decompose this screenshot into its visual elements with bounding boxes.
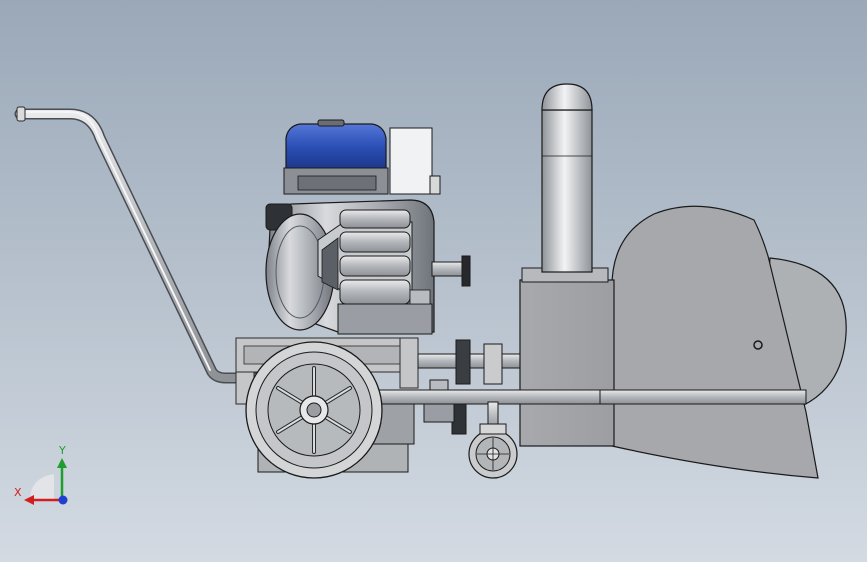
x-axis-label: X <box>14 486 22 499</box>
z-axis-dot <box>58 495 68 505</box>
y-axis-arrowhead <box>57 458 67 468</box>
y-axis-label: Y <box>58 444 66 457</box>
coordinate-triad: Y X <box>14 444 68 505</box>
cad-viewport[interactable]: Y X <box>0 0 867 562</box>
x-axis-arrowhead <box>24 495 34 505</box>
